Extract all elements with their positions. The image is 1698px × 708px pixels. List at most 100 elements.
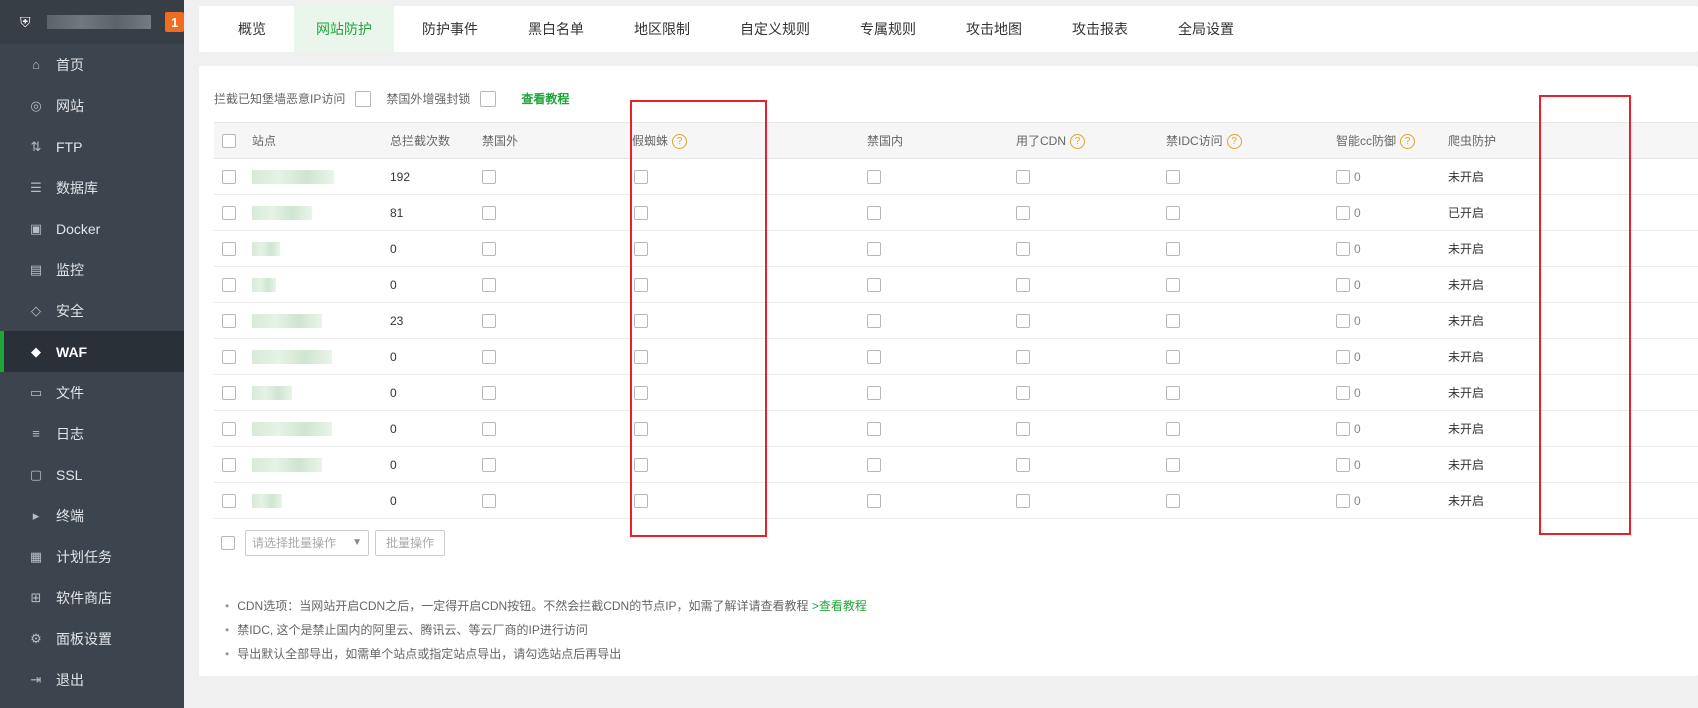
domestic-checkbox[interactable]: [867, 421, 881, 436]
sidebar-item-网站[interactable]: ◎ 网站: [0, 85, 184, 126]
cdn-checkbox[interactable]: [1016, 493, 1030, 508]
note-cdn-tutorial-link[interactable]: >查看教程: [812, 599, 867, 613]
domestic-checkbox[interactable]: [867, 205, 881, 220]
cdn-checkbox[interactable]: [1016, 205, 1030, 220]
sidebar-item-面板设置[interactable]: ⚙ 面板设置: [0, 618, 184, 659]
cc-checkbox[interactable]: [1336, 277, 1350, 292]
sidebar-item-Docker[interactable]: ▣ Docker: [0, 208, 184, 249]
sidebar-item-数据库[interactable]: ☰ 数据库: [0, 167, 184, 208]
fake-spider-checkbox[interactable]: [634, 421, 648, 436]
site-name-blurred[interactable]: [252, 241, 280, 256]
row-select-checkbox[interactable]: [222, 313, 236, 328]
sidebar-item-计划任务[interactable]: ▦ 计划任务: [0, 536, 184, 577]
sidebar-item-安全[interactable]: ◇ 安全: [0, 290, 184, 331]
foreign-checkbox[interactable]: [482, 457, 496, 472]
sidebar-item-监控[interactable]: ▤ 监控: [0, 249, 184, 290]
idc-checkbox[interactable]: [1166, 385, 1180, 400]
tab-自定义规则[interactable]: 自定义规则: [718, 6, 832, 52]
crawler-status[interactable]: 未开启: [1448, 446, 1698, 483]
cc-checkbox[interactable]: [1336, 241, 1350, 256]
batch-select[interactable]: 请选择批量操作 ▼: [245, 530, 369, 556]
domestic-checkbox[interactable]: [867, 385, 881, 400]
idc-checkbox[interactable]: [1166, 493, 1180, 508]
sidebar-item-WAF[interactable]: ◆ WAF: [0, 331, 184, 372]
notification-badge[interactable]: 1: [165, 12, 185, 32]
idc-checkbox[interactable]: [1166, 349, 1180, 364]
idc-checkbox[interactable]: [1166, 169, 1180, 184]
batch-select-checkbox[interactable]: [221, 536, 235, 550]
domestic-checkbox[interactable]: [867, 277, 881, 292]
row-select-checkbox[interactable]: [222, 457, 236, 472]
tutorial-link[interactable]: 查看教程: [521, 90, 569, 107]
row-select-checkbox[interactable]: [222, 421, 236, 436]
domestic-checkbox[interactable]: [867, 457, 881, 472]
tab-网站防护[interactable]: 网站防护: [294, 6, 394, 52]
site-name-blurred[interactable]: [252, 385, 292, 400]
cc-checkbox[interactable]: [1336, 313, 1350, 328]
crawler-status[interactable]: 未开启: [1448, 482, 1698, 519]
site-name-blurred[interactable]: [252, 277, 276, 292]
sidebar-item-文件[interactable]: ▭ 文件: [0, 372, 184, 413]
site-name-blurred[interactable]: [252, 493, 282, 508]
foreign-checkbox[interactable]: [482, 241, 496, 256]
question-icon[interactable]: ?: [672, 134, 688, 150]
row-select-checkbox[interactable]: [222, 493, 236, 508]
foreign-checkbox[interactable]: [482, 385, 496, 400]
tab-防护事件[interactable]: 防护事件: [400, 6, 500, 52]
sidebar-item-软件商店[interactable]: ⊞ 软件商店: [0, 577, 184, 618]
site-name-blurred[interactable]: [252, 421, 332, 436]
site-name-blurred[interactable]: [252, 349, 332, 364]
crawler-status[interactable]: 未开启: [1448, 158, 1698, 195]
question-icon[interactable]: ?: [1226, 134, 1242, 150]
cdn-checkbox[interactable]: [1016, 457, 1030, 472]
idc-checkbox[interactable]: [1166, 241, 1180, 256]
idc-checkbox[interactable]: [1166, 457, 1180, 472]
cdn-checkbox[interactable]: [1016, 385, 1030, 400]
cc-checkbox[interactable]: [1336, 349, 1350, 364]
domestic-checkbox[interactable]: [867, 349, 881, 364]
row-select-checkbox[interactable]: [222, 349, 236, 364]
cc-checkbox[interactable]: [1336, 385, 1350, 400]
idc-checkbox[interactable]: [1166, 421, 1180, 436]
foreign-checkbox[interactable]: [482, 277, 496, 292]
crawler-status[interactable]: 已开启: [1448, 194, 1698, 231]
sidebar-item-终端[interactable]: ▸ 终端: [0, 495, 184, 536]
batch-action-button[interactable]: 批量操作: [375, 530, 446, 556]
site-name-blurred[interactable]: [252, 457, 322, 472]
fake-spider-checkbox[interactable]: [634, 241, 648, 256]
domestic-checkbox[interactable]: [867, 313, 881, 328]
tab-黑白名单[interactable]: 黑白名单: [506, 6, 606, 52]
fake-spider-checkbox[interactable]: [634, 385, 648, 400]
foreign-checkbox[interactable]: [482, 205, 496, 220]
sidebar-item-首页[interactable]: ⌂ 首页: [0, 44, 184, 85]
foreign-checkbox[interactable]: [482, 493, 496, 508]
select-all-checkbox[interactable]: [222, 133, 236, 148]
crawler-status[interactable]: 未开启: [1448, 338, 1698, 375]
idc-checkbox[interactable]: [1166, 313, 1180, 328]
cdn-checkbox[interactable]: [1016, 241, 1030, 256]
fake-spider-checkbox[interactable]: [634, 277, 648, 292]
tab-专属规则[interactable]: 专属规则: [838, 6, 938, 52]
crawler-status[interactable]: 未开启: [1448, 410, 1698, 447]
cdn-checkbox[interactable]: [1016, 169, 1030, 184]
block-foreign-checkbox[interactable]: [480, 90, 497, 107]
fake-spider-checkbox[interactable]: [634, 349, 648, 364]
fake-spider-checkbox[interactable]: [634, 169, 648, 184]
idc-checkbox[interactable]: [1166, 205, 1180, 220]
cdn-checkbox[interactable]: [1016, 277, 1030, 292]
block-known-checkbox[interactable]: [355, 90, 372, 107]
cc-checkbox[interactable]: [1336, 457, 1350, 472]
tab-攻击地图[interactable]: 攻击地图: [944, 6, 1044, 52]
cdn-checkbox[interactable]: [1016, 349, 1030, 364]
domestic-checkbox[interactable]: [867, 493, 881, 508]
fake-spider-checkbox[interactable]: [634, 457, 648, 472]
tab-地区限制[interactable]: 地区限制: [612, 6, 712, 52]
sidebar-item-退出[interactable]: ⇥ 退出: [0, 659, 184, 700]
row-select-checkbox[interactable]: [222, 169, 236, 184]
crawler-status[interactable]: 未开启: [1448, 374, 1698, 411]
row-select-checkbox[interactable]: [222, 241, 236, 256]
crawler-status[interactable]: 未开启: [1448, 302, 1698, 339]
idc-checkbox[interactable]: [1166, 277, 1180, 292]
row-select-checkbox[interactable]: [222, 277, 236, 292]
cc-checkbox[interactable]: [1336, 493, 1350, 508]
